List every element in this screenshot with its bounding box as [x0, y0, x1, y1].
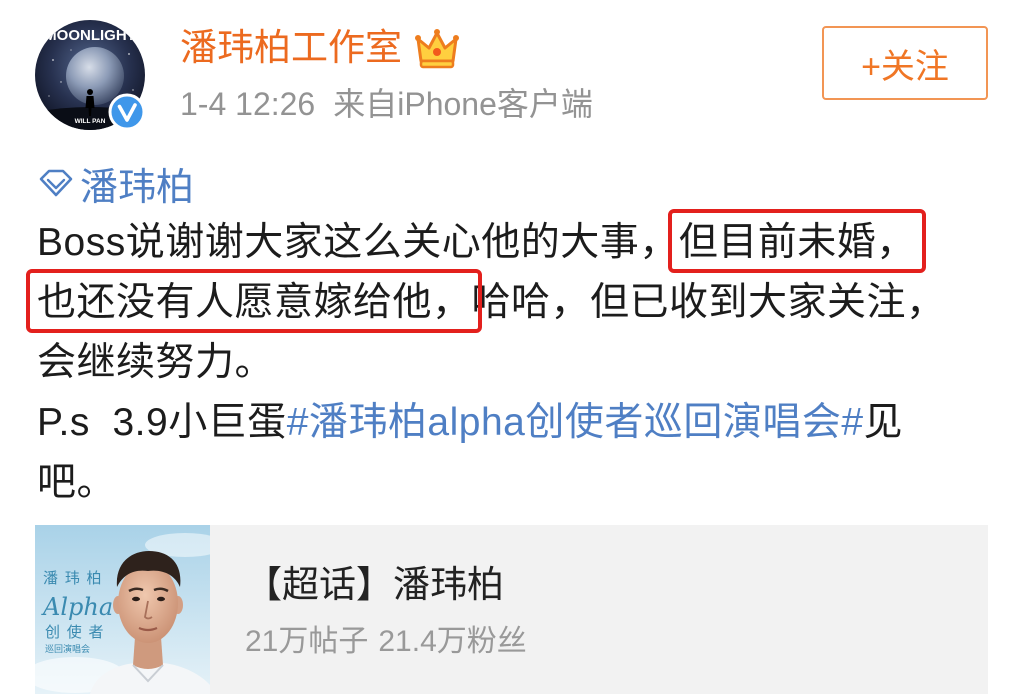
follow-button[interactable]: +关注: [822, 26, 988, 100]
source-client-link[interactable]: iPhone客户端: [397, 86, 593, 122]
source-prefix: 来自: [333, 86, 398, 122]
super-topic-name[interactable]: 潘玮柏: [80, 156, 194, 211]
post-text: 会继续努力。: [37, 341, 275, 384]
post-meta: 1-4 12:26 来自iPhone客户端: [180, 84, 593, 124]
super-topic-link[interactable]: 潘玮柏: [38, 160, 194, 209]
verified-v-icon: [108, 93, 146, 131]
card-title: 【超话】潘玮柏: [245, 564, 504, 605]
super-topic-diamond-icon: [39, 169, 73, 197]
post-text: 见: [863, 401, 904, 444]
post-text-line: 也还没有人愿意嫁给他，哈哈，但已收到大家关注，: [37, 273, 946, 333]
post-text-line: 吧。: [37, 453, 946, 513]
poster-album-text: Alpha: [41, 593, 113, 621]
poster-name-text: 潘 玮 柏: [43, 569, 103, 587]
highlighted-text: 但目前未婚，: [678, 221, 916, 264]
avatar-caption-text: WILL PAN: [75, 118, 106, 125]
post-text: 吧。: [37, 461, 117, 504]
post-text: 哈哈，但已收到大家关注，: [471, 281, 946, 324]
poster-subtitle-text: 创 使 者: [45, 623, 105, 641]
fan-count: 21.4万粉丝: [378, 625, 527, 658]
post-text-line: P.s 3.9小巨蛋#潘玮柏alpha创使者巡回演唱会#见: [37, 393, 946, 453]
super-topic-card[interactable]: 潘 玮 柏 Alpha 创 使 者 巡回演唱会 【超话】潘玮柏 21万帖子 21.…: [35, 525, 988, 694]
verified-badge-icon: [108, 93, 146, 131]
hashtag-link[interactable]: #潘玮柏alpha创使者巡回演唱会#: [287, 401, 864, 444]
post-text: Boss说谢谢大家这么关心他的大事，: [37, 221, 679, 264]
post-count: 21万帖子: [245, 625, 369, 658]
post-text: P.s 3.9小巨蛋: [37, 401, 287, 444]
weibo-post: MOONLIGHT WILL PAN 潘玮柏工作室 1-4 12:26 来自iPh…: [0, 0, 1024, 694]
avatar-title-text: MOONLIGHT: [44, 27, 136, 44]
crown-icon: [415, 29, 459, 69]
card-stats: 21万帖子 21.4万粉丝: [245, 623, 527, 661]
post-body: Boss说谢谢大家这么关心他的大事，但目前未婚， 也还没有人愿意嫁给他，哈哈，但…: [37, 213, 946, 513]
card-poster-image: 潘 玮 柏 Alpha 创 使 者 巡回演唱会: [35, 525, 210, 694]
poster-tour-text: 巡回演唱会: [45, 643, 90, 655]
post-time: 1-4 12:26: [180, 86, 316, 122]
highlighted-text: 也还没有人愿意嫁给他，: [37, 281, 472, 324]
username[interactable]: 潘玮柏工作室: [180, 25, 402, 71]
post-source: 来自iPhone客户端: [333, 86, 593, 122]
vip-crown-icon[interactable]: [414, 26, 460, 70]
post-text-line: 会继续努力。: [37, 333, 946, 393]
poster-art: 潘 玮 柏 Alpha 创 使 者 巡回演唱会: [35, 525, 210, 694]
post-text-line: Boss说谢谢大家这么关心他的大事，但目前未婚，: [37, 213, 946, 273]
